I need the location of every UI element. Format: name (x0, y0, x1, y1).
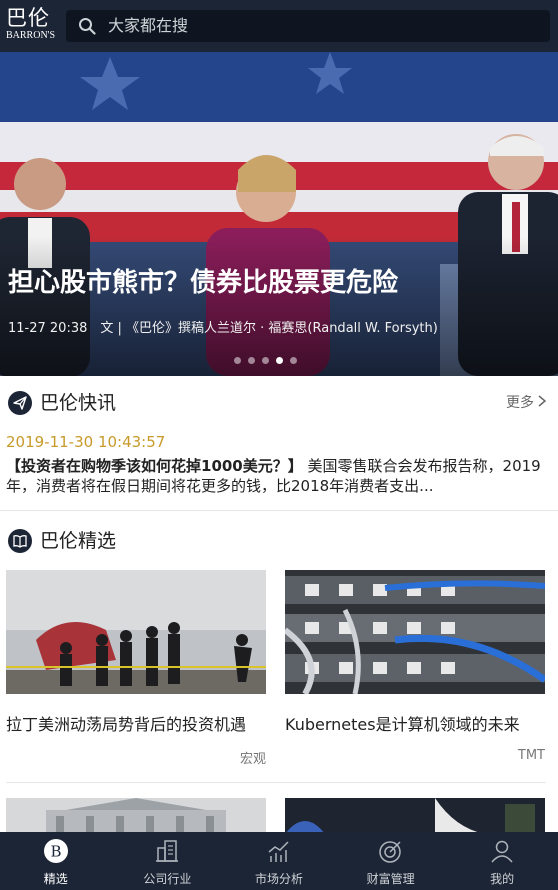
article-image (285, 570, 545, 694)
paper-plane-icon (8, 391, 32, 415)
user-icon (491, 840, 513, 863)
article-title: 拉丁美洲动荡局势背后的投资机遇 (6, 715, 247, 734)
article-card[interactable]: 拉丁美洲动荡局势背后的投资机遇 宏观 (6, 570, 266, 770)
carousel-dot[interactable] (290, 357, 297, 364)
article-category: TMT (517, 748, 545, 763)
flash-news-item[interactable]: 【投资者在购物季该如何花掉1000美元？】 美国零售联合会发布报告称，2019年… (6, 456, 546, 496)
picks-section-header: 巴伦精选 (0, 516, 558, 566)
more-button[interactable]: 更多 (506, 393, 547, 413)
nav-label: 财富管理 (366, 872, 415, 886)
more-label: 更多 (506, 395, 534, 411)
nav-label: 市场分析 (254, 872, 303, 886)
nav-item-industry[interactable]: 公司行业 (112, 832, 224, 890)
article-image (6, 798, 266, 834)
article-category: 宏观 (239, 752, 266, 767)
svg-text:B: B (50, 843, 61, 861)
article-card[interactable]: Kubernetes是计算机领域的未来 TMT (285, 570, 545, 770)
book-icon (8, 529, 32, 553)
search-icon (79, 18, 96, 35)
carousel-dot[interactable] (248, 357, 255, 364)
article-card-partial[interactable] (285, 798, 545, 834)
hero-meta: 11-27 20:38 文 | 《巴伦》撰稿人兰道尔 · 福赛思(Randall… (8, 321, 438, 336)
card-divider (6, 782, 546, 783)
article-image (285, 798, 545, 834)
carousel-dot[interactable] (262, 357, 269, 364)
search-input[interactable]: 大家都在搜 (66, 10, 550, 42)
target-icon (378, 841, 401, 863)
hero-shade (0, 236, 558, 376)
logo-cn: 巴伦 (6, 6, 50, 30)
picks-section-title: 巴伦精选 (40, 530, 117, 552)
flash-section-title: 巴伦快讯 (40, 392, 117, 414)
nav-item-wealth[interactable]: 财富管理 (335, 832, 447, 890)
nav-label: 公司行业 (143, 872, 192, 886)
chevron-right-icon (538, 393, 547, 413)
bottom-nav: B 精选 公司行业 市场分析 财富管理 我的 (0, 832, 558, 890)
logo-en: BARRON'S (6, 30, 56, 41)
nav-label: 我的 (490, 872, 515, 886)
article-image (6, 570, 266, 694)
news-timestamp: 2019-11-30 10:43:57 (6, 433, 166, 451)
nav-item-me[interactable]: 我的 (446, 832, 558, 890)
hero-title[interactable]: 担心股市熊市？债券比股票更危险 (8, 266, 398, 300)
carousel-dot[interactable] (234, 357, 241, 364)
hero-carousel[interactable]: 担心股市熊市？债券比股票更危险 11-27 20:38 文 | 《巴伦》撰稿人兰… (0, 52, 558, 376)
barrons-b-icon: B (43, 839, 68, 863)
chart-icon (268, 841, 289, 862)
article-title: Kubernetes是计算机领域的未来 (285, 715, 520, 734)
news-headline: 【投资者在购物季该如何花掉1000美元？】 (6, 457, 303, 475)
nav-label: 精选 (43, 872, 68, 886)
nav-item-picks[interactable]: B 精选 (0, 832, 112, 890)
top-bar: 巴伦 BARRON'S 大家都在搜 (0, 0, 558, 52)
article-card-partial[interactable] (6, 798, 266, 834)
buildings-icon (156, 840, 179, 862)
carousel-dots[interactable] (234, 357, 297, 364)
carousel-dot-active[interactable] (276, 357, 283, 364)
search-placeholder: 大家都在搜 (108, 16, 189, 35)
flash-section-header: 巴伦快讯 更多 (0, 378, 558, 428)
nav-item-market[interactable]: 市场分析 (223, 832, 335, 890)
section-divider (0, 510, 558, 511)
barrons-logo[interactable]: 巴伦 BARRON'S (6, 6, 58, 46)
